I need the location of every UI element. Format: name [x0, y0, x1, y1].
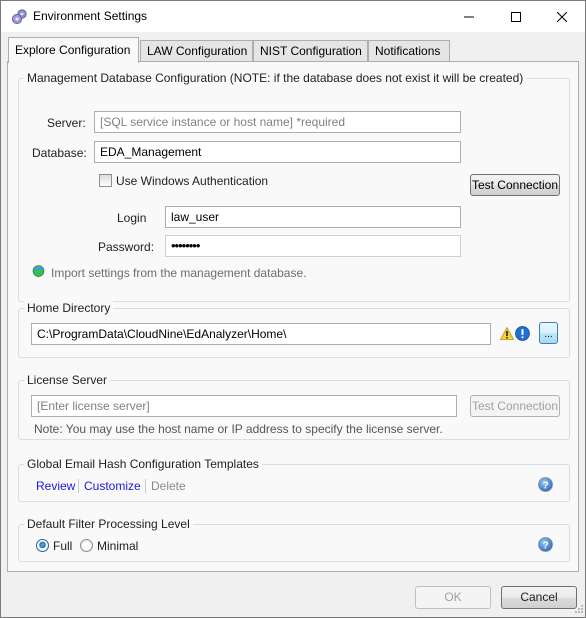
review-link[interactable]: Review: [36, 479, 75, 493]
database-input[interactable]: EDA_Management: [94, 141, 461, 163]
test-connection-button[interactable]: Test Connection: [470, 174, 560, 196]
license-test-connection-button[interactable]: Test Connection: [470, 395, 560, 417]
explore-configuration-panel: Management Database Configuration (NOTE:…: [7, 61, 579, 572]
login-label: Login: [117, 211, 147, 225]
minimize-button[interactable]: [446, 1, 492, 32]
filter-level-title: Default Filter Processing Level: [24, 517, 193, 531]
close-button[interactable]: [539, 1, 585, 32]
ok-button[interactable]: OK: [415, 586, 491, 609]
browse-home-directory-button[interactable]: ...: [539, 322, 558, 344]
warning-icon: [500, 327, 514, 340]
gears-icon: [11, 9, 27, 25]
management-database-group: Management Database Configuration (NOTE:…: [18, 71, 570, 302]
environment-settings-dialog: Environment Settings Explore Configurati…: [0, 0, 586, 618]
resize-grip-icon[interactable]: [573, 605, 583, 615]
cancel-button[interactable]: Cancel: [501, 586, 577, 609]
minimize-icon: [464, 16, 474, 17]
database-label: Database:: [32, 146, 87, 160]
tab-nist-configuration[interactable]: NIST Configuration: [253, 40, 368, 62]
window-title: Environment Settings: [33, 9, 148, 23]
filter-level-group: Default Filter Processing Level Full Min…: [18, 517, 570, 562]
link-separator: [78, 479, 79, 493]
full-label[interactable]: Full: [53, 539, 72, 553]
password-input[interactable]: ••••••••: [165, 235, 461, 257]
maximize-icon: [511, 11, 521, 22]
tab-law-configuration[interactable]: LAW Configuration: [140, 40, 253, 62]
license-server-input[interactable]: [Enter license server]: [31, 395, 457, 417]
home-directory-title: Home Directory: [24, 301, 114, 315]
minimal-radio[interactable]: [80, 539, 93, 552]
help-icon[interactable]: ?: [538, 537, 553, 552]
management-database-title: Management Database Configuration (NOTE:…: [24, 71, 527, 85]
email-hash-title: Global Email Hash Configuration Template…: [24, 457, 262, 471]
license-server-group: License Server [Enter license server] Te…: [18, 373, 570, 440]
database-import-icon: [32, 265, 45, 278]
close-icon: [557, 11, 567, 22]
tab-strip: Explore Configuration LAW Configuration …: [1, 32, 585, 63]
browse-label: ...: [544, 329, 553, 340]
server-label: Server:: [47, 116, 86, 130]
email-hash-group: Global Email Hash Configuration Template…: [18, 457, 570, 502]
home-directory-input[interactable]: C:\ProgramData\CloudNine\EdAnalyzer\Home…: [31, 323, 491, 345]
license-server-title: License Server: [24, 373, 111, 387]
svg-text:?: ?: [542, 480, 548, 491]
tab-notifications[interactable]: Notifications: [368, 40, 450, 62]
tab-explore-configuration[interactable]: Explore Configuration: [8, 37, 139, 63]
server-input[interactable]: [SQL service instance or host name] *req…: [94, 111, 461, 133]
svg-text:?: ?: [542, 540, 548, 551]
license-server-note: Note: You may use the host name or IP ad…: [34, 422, 443, 436]
customize-link[interactable]: Customize: [84, 479, 141, 493]
minimal-label[interactable]: Minimal: [97, 539, 138, 553]
info-icon: [515, 326, 530, 341]
help-icon[interactable]: ?: [538, 477, 553, 492]
password-label: Password:: [98, 240, 155, 254]
login-input[interactable]: law_user: [165, 206, 461, 228]
windows-authentication-label[interactable]: Use Windows Authentication: [116, 174, 268, 188]
full-radio[interactable]: [36, 539, 49, 552]
import-settings-link[interactable]: Import settings from the management data…: [51, 266, 306, 280]
home-directory-group: Home Directory C:\ProgramData\CloudNine\…: [18, 301, 570, 358]
windows-authentication-checkbox[interactable]: [99, 174, 112, 187]
delete-link[interactable]: Delete: [151, 479, 186, 493]
link-separator: [145, 479, 146, 493]
title-bar[interactable]: Environment Settings: [1, 1, 585, 32]
maximize-button[interactable]: [493, 1, 539, 32]
